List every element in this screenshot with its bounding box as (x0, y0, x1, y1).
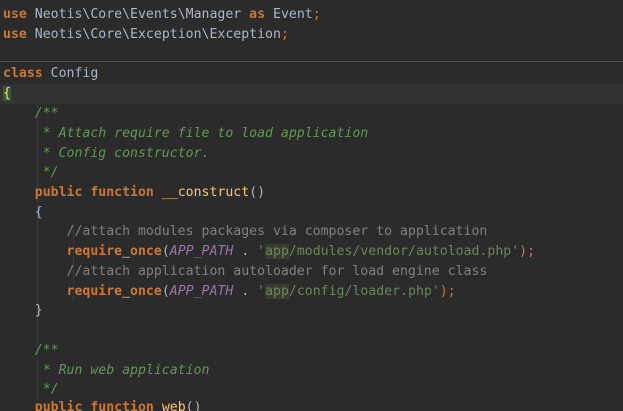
highlighted-string-part: app (265, 244, 289, 259)
line-comment: //attach application autoloader for load… (66, 264, 488, 279)
constant: APP_PATH (169, 284, 234, 299)
paren: ( (161, 244, 170, 259)
keyword: class (3, 66, 43, 81)
code-line[interactable]: //attach modules packages via composer t… (0, 222, 623, 242)
function-name: __construct (161, 185, 250, 200)
doc-comment: * Attach require file to load applicatio… (34, 126, 369, 141)
current-line[interactable]: { (0, 84, 623, 104)
keyword: use (3, 27, 27, 42)
call-end: ); (439, 284, 456, 299)
function-name: web (161, 400, 186, 411)
code-line[interactable]: } (0, 301, 623, 321)
code-line[interactable]: require_once(APP_PATH . 'app/modules/ven… (0, 242, 623, 262)
keyword: function (90, 185, 154, 200)
parens: () (249, 185, 266, 200)
keyword: use (3, 7, 27, 22)
code-line[interactable]: public function __construct() (0, 183, 623, 203)
doc-comment: * Config constructor. (34, 146, 210, 161)
keyword: function (90, 400, 154, 411)
brace: } (34, 303, 43, 318)
namespace: Neotis\Core\Exception\Exception (34, 27, 281, 42)
code-line[interactable]: public function web() (0, 398, 623, 411)
doc-comment: /** (34, 343, 59, 358)
brace: { (34, 205, 43, 220)
code-line[interactable]: { (0, 203, 623, 223)
namespace: Neotis\Core\Events\Manager (34, 7, 242, 22)
keyword: as (249, 7, 266, 22)
code-editor[interactable]: use Neotis\Core\Events\Manager as Event;… (0, 0, 623, 411)
doc-comment: */ (34, 382, 59, 397)
semicolon: ; (280, 27, 289, 42)
string: /modules/vendor/autoload.php' (288, 244, 520, 259)
operator: . (233, 284, 258, 299)
highlighted-string-part: app (265, 284, 289, 299)
class-name: Config (50, 66, 99, 81)
constant: APP_PATH (169, 244, 234, 259)
doc-comment: */ (34, 165, 59, 180)
alias: Event (273, 7, 313, 22)
matched-brace: { (3, 86, 11, 101)
line-comment: //attach modules packages via composer t… (66, 224, 488, 239)
code-line[interactable]: * Run web application (0, 361, 623, 381)
code-line[interactable]: * Config constructor. (0, 144, 623, 164)
code-line[interactable]: require_once(APP_PATH . 'app/config/load… (0, 282, 623, 302)
code-line[interactable]: use Neotis\Core\Events\Manager as Event; (0, 5, 623, 25)
semicolon: ; (312, 7, 321, 22)
code-line[interactable]: */ (0, 380, 623, 400)
call-end: ); (519, 244, 536, 259)
code-line[interactable]: /** (0, 341, 623, 361)
string: /config/loader.php' (288, 284, 440, 299)
keyword: require_once (66, 244, 162, 259)
doc-comment: * Run web application (34, 363, 210, 378)
code-line[interactable]: */ (0, 163, 623, 183)
string-quote: ' (257, 244, 266, 259)
code-line[interactable]: /** (0, 104, 623, 124)
code-line[interactable]: * Attach require file to load applicatio… (0, 124, 623, 144)
code-line[interactable]: use Neotis\Core\Exception\Exception; (0, 25, 623, 45)
parens: () (185, 400, 202, 411)
paren: ( (161, 284, 170, 299)
keyword: public (34, 185, 83, 200)
method-separator (0, 61, 623, 62)
string-quote: ' (257, 284, 266, 299)
doc-comment: /** (34, 106, 59, 121)
code-line[interactable]: class Config (0, 64, 623, 84)
keyword: require_once (66, 284, 162, 299)
keyword: public (34, 400, 83, 411)
operator: . (233, 244, 258, 259)
code-line[interactable]: //attach application autoloader for load… (0, 262, 623, 282)
